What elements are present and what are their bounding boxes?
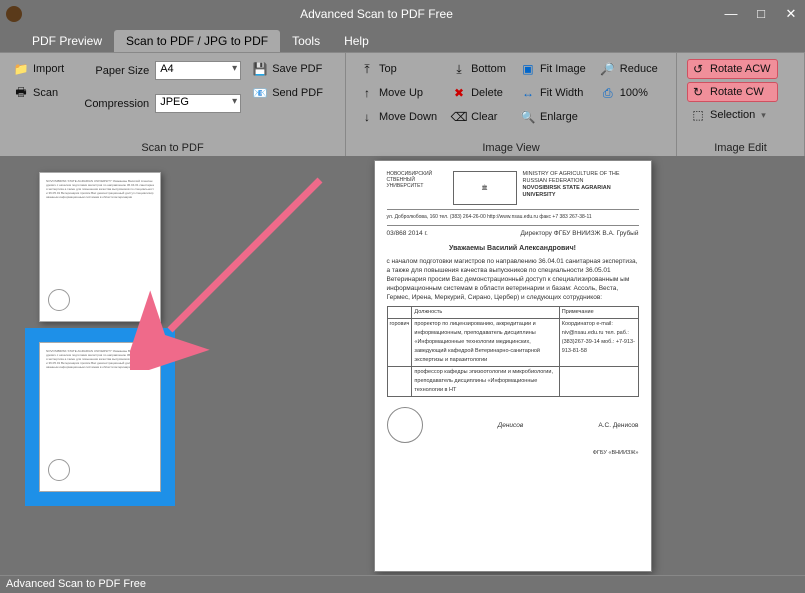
reduce-button[interactable]: 🔎Reduce (597, 59, 661, 79)
scanner-icon: 🖶 (13, 85, 29, 101)
thumbnail-1[interactable]: NOVOSIBIRSK STATE AGRARIAN UNIVERSITY Ув… (39, 172, 161, 322)
save-icon: 💾 (252, 61, 268, 77)
clear-icon: ⌫ (451, 109, 467, 125)
fit-image-icon: ▣ (520, 61, 536, 77)
minimize-button[interactable]: — (723, 6, 739, 22)
doc-signer-name: А.С. Денисов (598, 421, 638, 430)
selection-button[interactable]: ⬚Selection▾ (687, 105, 778, 125)
bottom-button[interactable]: ⤓Bottom (448, 59, 509, 79)
fit-width-icon: ↔ (520, 85, 536, 101)
compression-select[interactable]: JPEG (155, 94, 241, 113)
rotate-acw-button[interactable]: ↺Rotate ACW (687, 59, 778, 79)
fit-image-button[interactable]: ▣Fit Image (517, 59, 589, 79)
fit-width-button[interactable]: ↔Fit Width (517, 83, 589, 103)
rotate-cw-icon: ↻ (690, 84, 706, 100)
move-down-button[interactable]: ↓Move Down (356, 107, 440, 127)
import-icon: 📁 (13, 61, 29, 77)
tab-scan-to-pdf[interactable]: Scan to PDF / JPG to PDF (114, 30, 280, 52)
workspace: NOVOSIBIRSK STATE AGRARIAN UNIVERSITY Ув… (0, 156, 805, 575)
compression-label: Compression (75, 98, 149, 110)
tab-help[interactable]: Help (332, 30, 381, 52)
group-label-view: Image View (352, 140, 670, 154)
delete-icon: ✖ (451, 85, 467, 101)
maximize-button[interactable]: □ (753, 6, 769, 22)
top-button[interactable]: ⤒Top (356, 59, 440, 79)
preview-panel: НОВОСИБИРСКИЙ СТВЕННЫЙ УНИВЕРСИТЕТ 🏛 MIN… (200, 156, 805, 575)
up-icon: ↑ (359, 85, 375, 101)
doc-address: ул. Добролюбова, 160 тел. (383) 264-26-0… (387, 213, 639, 222)
thumbnail-2[interactable]: NOVOSIBIRSK STATE AGRARIAN UNIVERSITY Ув… (39, 342, 161, 492)
status-bar: Advanced Scan to PDF Free (0, 575, 805, 593)
hundred-percent-button[interactable]: ⎙100% (597, 83, 661, 103)
bottom-icon: ⤓ (451, 61, 467, 77)
doc-org-left: НОВОСИБИРСКИЙ СТВЕННЫЙ УНИВЕРСИТЕТ (387, 171, 447, 205)
scan-button[interactable]: 🖶 Scan (10, 83, 67, 103)
doc-signature: Денисов (498, 421, 524, 430)
window-title: Advanced Scan to PDF Free (30, 7, 723, 21)
group-label-scan: Scan to PDF (6, 140, 339, 154)
group-label-edit: Image Edit (683, 140, 798, 154)
ribbon: 📁 Import 🖶 Scan Paper Size A4 Compressio… (0, 52, 805, 156)
doc-logo: 🏛 (453, 171, 517, 205)
enlarge-icon: 🔍 (520, 109, 536, 125)
title-bar: Advanced Scan to PDF Free — □ ✕ (0, 0, 805, 28)
reduce-icon: 🔎 (600, 61, 616, 77)
doc-recipient: Директору ФГБУ ВНИИЗЖ В.А. Грубый (520, 229, 638, 238)
tab-strip: PDF Preview Scan to PDF / JPG to PDF Too… (0, 28, 805, 52)
doc-number: 03/868 2014 г. (387, 229, 428, 238)
close-button[interactable]: ✕ (783, 6, 799, 22)
selection-icon: ⬚ (690, 107, 706, 123)
rotate-acw-icon: ↺ (690, 61, 706, 77)
doc-seal (387, 407, 423, 443)
chevron-down-icon: ▾ (761, 110, 766, 121)
enlarge-button[interactable]: 🔍Enlarge (517, 107, 589, 127)
down-icon: ↓ (359, 109, 375, 125)
clear-button[interactable]: ⌫Clear (448, 107, 509, 127)
doc-greeting: Уважаемы Василий Александрович! (387, 244, 639, 253)
thumbnail-panel: NOVOSIBIRSK STATE AGRARIAN UNIVERSITY Ув… (0, 156, 200, 575)
doc-body: с началом подготовки магистров по направ… (387, 257, 639, 302)
paper-size-label: Paper Size (75, 65, 149, 77)
delete-button[interactable]: ✖Delete (448, 83, 509, 103)
app-icon (6, 6, 22, 22)
document-preview[interactable]: НОВОСИБИРСКИЙ СТВЕННЫЙ УНИВЕРСИТЕТ 🏛 MIN… (374, 160, 652, 572)
save-pdf-button[interactable]: 💾 Save PDF (249, 59, 326, 79)
doc-footer: ФГБУ «ВНИИЗЖ» (387, 449, 639, 458)
move-up-button[interactable]: ↑Move Up (356, 83, 440, 103)
doc-univ: NOVOSIBIRSK STATE AGRARIAN UNIVERSITY (523, 185, 639, 199)
import-button[interactable]: 📁 Import (10, 59, 67, 79)
send-pdf-button[interactable]: 📧 Send PDF (249, 83, 326, 103)
tab-tools[interactable]: Tools (280, 30, 332, 52)
doc-ministry: MINISTRY OF AGRICULTURE OF THE RUSSIAN F… (523, 171, 639, 185)
tab-pdf-preview[interactable]: PDF Preview (20, 30, 114, 52)
hundred-icon: ⎙ (600, 85, 616, 101)
paper-size-select[interactable]: A4 (155, 61, 241, 80)
send-icon: 📧 (252, 85, 268, 101)
doc-table: ДолжностьПримечание горовичпроректор по … (387, 306, 639, 397)
top-icon: ⤒ (359, 61, 375, 77)
rotate-cw-button[interactable]: ↻Rotate CW (687, 82, 778, 102)
